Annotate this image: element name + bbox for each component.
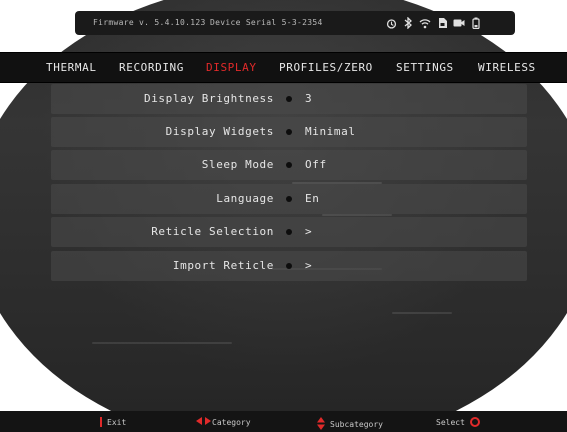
status-icons: [385, 15, 482, 31]
subcategory-hint-label: Subcategory: [330, 420, 383, 429]
menu-row-label: Language: [216, 192, 274, 205]
menu-row-display-widgets[interactable]: Display Widgets Minimal: [51, 117, 527, 147]
menu-row-language[interactable]: Language En: [51, 184, 527, 214]
timer-icon: [385, 17, 397, 29]
tab-settings[interactable]: SETTINGS: [396, 61, 454, 74]
menu-row-label: Display Brightness: [143, 92, 274, 105]
bullet-icon: [286, 96, 292, 102]
menu-row-label: Sleep Mode: [201, 158, 274, 171]
battery-icon: [470, 17, 482, 29]
menu-row-value: >: [305, 225, 313, 238]
device-serial: Device Serial 5-3-2354: [210, 18, 323, 27]
bullet-icon: [286, 229, 292, 235]
menu-row-sleep-mode[interactable]: Sleep Mode Off: [51, 150, 527, 180]
select-circle-icon: [469, 417, 480, 427]
menu-row-label: Import Reticle: [172, 259, 274, 272]
button-hints-footer: Exit Category Subcategory Select: [0, 411, 567, 432]
menu-row-value: En: [305, 192, 320, 205]
firmware-version: Firmware v. 5.4.10.123: [93, 18, 206, 27]
bullet-icon: [286, 263, 292, 269]
left-right-arrows-icon: [196, 417, 211, 427]
background-streak: [392, 312, 452, 314]
select-hint-label: Select: [436, 417, 465, 427]
bullet-icon: [286, 196, 292, 202]
scope-screen: Firmware v. 5.4.10.123 Device Serial 5-3…: [0, 0, 567, 432]
status-bar: Firmware v. 5.4.10.123 Device Serial 5-3…: [75, 11, 515, 35]
menu-row-import-reticle[interactable]: Import Reticle >: [51, 251, 527, 281]
sd-card-icon: [436, 17, 448, 29]
background-streak: [92, 342, 232, 344]
exit-hint: Exit: [100, 417, 126, 427]
menu-row-display-brightness[interactable]: Display Brightness 3: [51, 84, 527, 114]
menu-row-value: Off: [305, 158, 327, 171]
up-down-arrows-icon: [317, 417, 325, 432]
menu-row-value: >: [305, 259, 313, 272]
tab-thermal[interactable]: THERMAL: [46, 61, 97, 74]
category-hint: Category: [196, 417, 251, 427]
category-hint-label: Category: [212, 417, 251, 427]
menu-row-reticle-selection[interactable]: Reticle Selection >: [51, 217, 527, 247]
bullet-icon: [286, 129, 292, 135]
tab-recording[interactable]: RECORDING: [119, 61, 184, 74]
menu-row-value: 3: [305, 92, 313, 105]
bluetooth-icon: [402, 17, 414, 29]
red-bar-icon: [100, 417, 102, 427]
select-hint: Select: [436, 417, 480, 427]
menu-row-value: Minimal: [305, 125, 356, 138]
tab-profiles-zero[interactable]: PROFILES/ZERO: [279, 61, 373, 74]
video-record-icon: [453, 17, 465, 29]
category-nav: THERMAL RECORDING DISPLAY PROFILES/ZERO …: [0, 52, 567, 83]
exit-hint-label: Exit: [107, 417, 127, 427]
menu-row-label: Display Widgets: [165, 125, 274, 138]
tab-display[interactable]: DISPLAY: [206, 61, 257, 74]
tab-wireless[interactable]: WIRELESS: [478, 61, 536, 74]
wifi-icon: [419, 17, 431, 29]
menu-row-label: Reticle Selection: [151, 225, 274, 238]
background-streak: [322, 214, 392, 216]
bullet-icon: [286, 162, 292, 168]
subcategory-hint: Subcategory: [317, 417, 383, 432]
